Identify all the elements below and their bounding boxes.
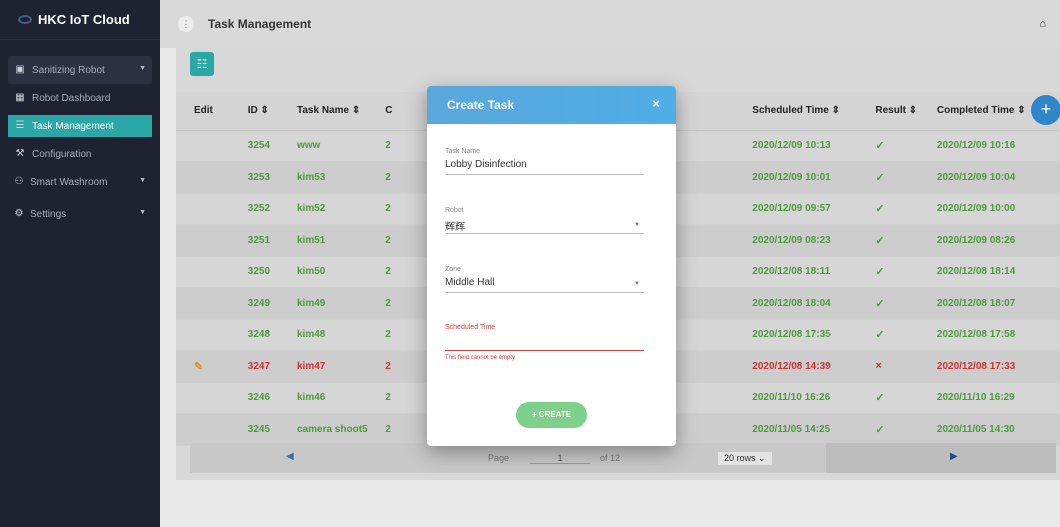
- error-message: This field cannot be empty: [445, 355, 516, 361]
- chevron-down-icon: ▼: [634, 281, 640, 287]
- zone-field[interactable]: Zone Middle Hall ▼: [445, 266, 644, 293]
- close-icon[interactable]: ×: [652, 96, 660, 111]
- dialog-title: Create Task: [447, 98, 515, 112]
- scheduled-time-field[interactable]: Scheduled Time This field cannot be empt…: [445, 324, 644, 361]
- dialog-header: Create Task ×: [427, 86, 676, 124]
- scheduled-time-input[interactable]: [445, 335, 644, 351]
- create-task-dialog: Create Task × Task Name Lobby Disinfecti…: [427, 86, 676, 446]
- robot-field[interactable]: Robot 辉辉 ▼: [445, 207, 644, 234]
- task-name-field[interactable]: Task Name Lobby Disinfection: [445, 148, 644, 175]
- robot-value: 辉辉: [445, 222, 465, 233]
- chevron-down-icon: ▼: [634, 222, 640, 228]
- zone-value: Middle Hall: [445, 277, 495, 288]
- scheduled-time-label: Scheduled Time: [445, 324, 496, 331]
- zone-select[interactable]: Middle Hall ▼: [445, 277, 644, 293]
- create-button[interactable]: + CREATE: [516, 402, 587, 428]
- task-name-input[interactable]: Lobby Disinfection: [445, 159, 644, 175]
- task-name-label: Task Name: [445, 148, 481, 155]
- robot-select[interactable]: 辉辉 ▼: [445, 218, 644, 234]
- robot-label: Robot: [445, 207, 464, 214]
- zone-label: Zone: [445, 266, 461, 273]
